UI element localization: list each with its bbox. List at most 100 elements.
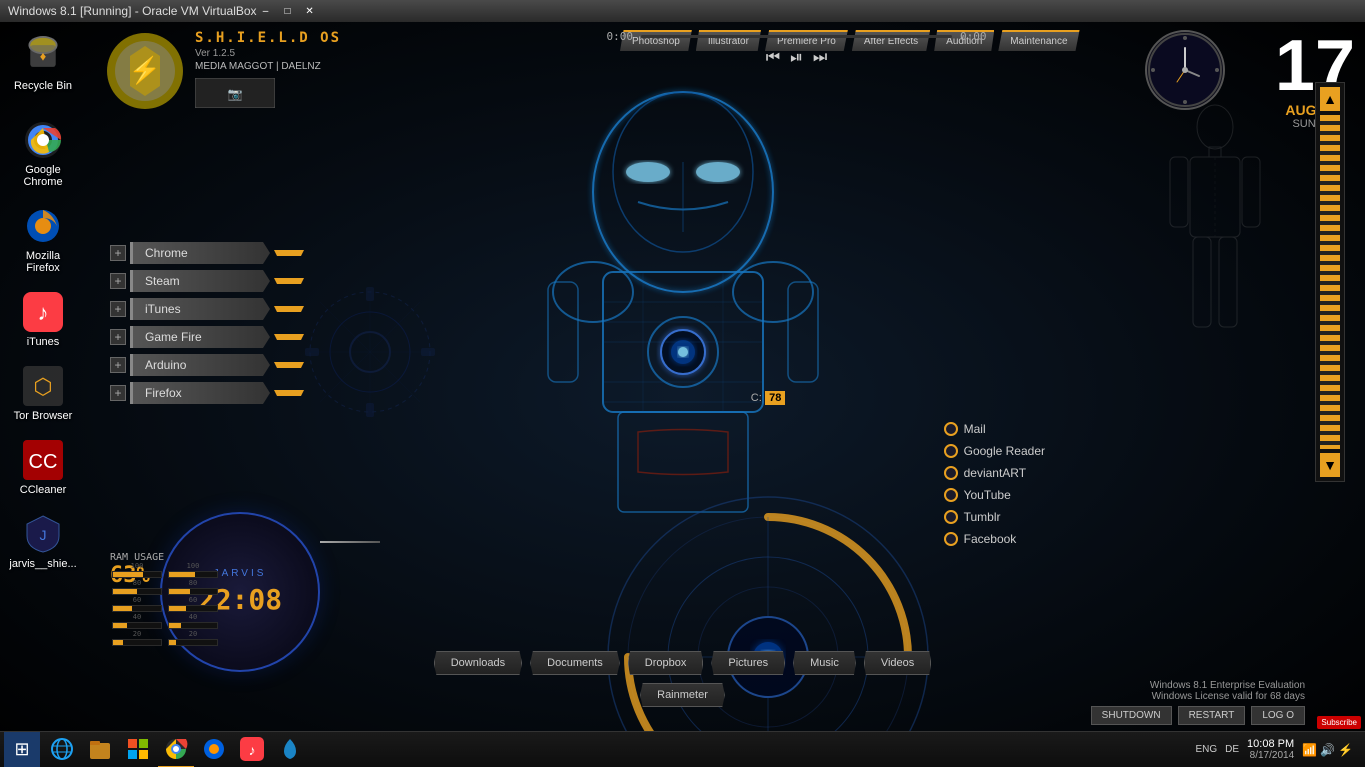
taskbar-firefox[interactable] bbox=[196, 732, 232, 767]
shortcut-firefox[interactable]: + Firefox bbox=[110, 382, 310, 404]
start-button[interactable]: ⊞ bbox=[4, 732, 40, 767]
desktop: ♦ Recycle Bin Google Chrome bbox=[0, 22, 1365, 767]
taskbar-lang: ENG bbox=[1195, 744, 1217, 755]
media-time-end: 0:00 bbox=[960, 30, 987, 43]
quicklink-deviantart[interactable]: deviantART bbox=[944, 466, 1045, 480]
taskbar-itunes[interactable]: ♪ bbox=[234, 732, 270, 767]
shield-version: Ver 1.2.5 bbox=[195, 48, 341, 59]
quicklink-facebook[interactable]: Facebook bbox=[944, 532, 1045, 546]
taskbar-right: ENG DE 10:08 PM 8/17/2014 📶 🔊 ⚡ bbox=[1195, 738, 1361, 761]
quick-links: Mail Google Reader deviantART YouTube Tu… bbox=[944, 422, 1045, 554]
win-license-line1: Windows 8.1 Enterprise Evaluation bbox=[1150, 680, 1305, 691]
tab-maintenance[interactable]: Maintenance bbox=[998, 30, 1079, 51]
media-progress-bar[interactable] bbox=[641, 35, 952, 38]
taskbar-items: ♪ bbox=[44, 732, 308, 767]
taskbar-ie[interactable] bbox=[44, 732, 80, 767]
steam-bar[interactable]: Steam bbox=[130, 270, 270, 292]
taskbar-explorer[interactable] bbox=[82, 732, 118, 767]
subscribe-badge[interactable]: Subscribe bbox=[1317, 716, 1361, 729]
logoff-button[interactable]: LOG O bbox=[1251, 706, 1305, 725]
firefox-plus[interactable]: + bbox=[110, 385, 126, 401]
recycle-bin-label: Recycle Bin bbox=[14, 80, 72, 92]
taskbar-app8[interactable] bbox=[272, 732, 308, 767]
svg-text:♪: ♪ bbox=[38, 300, 49, 325]
folder-rainmeter[interactable]: Rainmeter bbox=[640, 683, 725, 707]
folder-pictures[interactable]: Pictures bbox=[711, 651, 785, 675]
arduino-plus[interactable]: + bbox=[110, 357, 126, 373]
itunes-bar[interactable]: iTunes bbox=[130, 298, 270, 320]
recycle-bin-icon[interactable]: ♦ Recycle Bin bbox=[8, 32, 78, 96]
desktop-icons: ♦ Recycle Bin Google Chrome bbox=[8, 32, 78, 574]
shortcut-chrome[interactable]: + Chrome bbox=[110, 242, 310, 264]
shortcut-steam[interactable]: + Steam bbox=[110, 270, 310, 292]
firefox-bar[interactable]: Firefox bbox=[130, 382, 270, 404]
google-chrome-icon[interactable]: Google Chrome bbox=[8, 116, 78, 192]
svg-text:⚡: ⚡ bbox=[129, 55, 161, 86]
chrome-plus[interactable]: + bbox=[110, 245, 126, 261]
jarvis-shield-icon[interactable]: J jarvis__shie... bbox=[8, 510, 78, 574]
quicklink-facebook-label: Facebook bbox=[964, 532, 1017, 546]
svg-text:CC: CC bbox=[29, 451, 58, 473]
quicklink-googlereader[interactable]: Google Reader bbox=[944, 444, 1045, 458]
gamefire-bar[interactable]: Game Fire bbox=[130, 326, 270, 348]
firefox-icon[interactable]: Mozilla Firefox bbox=[8, 202, 78, 278]
win-license-line2: Windows License valid for 68 days bbox=[1150, 691, 1305, 702]
maximize-button[interactable]: □ bbox=[279, 4, 297, 18]
folder-music[interactable]: Music bbox=[793, 651, 856, 675]
titlebar: Windows 8.1 [Running] - Oracle VM Virtua… bbox=[0, 0, 1365, 22]
restart-button[interactable]: RESTART bbox=[1178, 706, 1246, 725]
vbar-up-button[interactable]: ▲ bbox=[1320, 87, 1340, 111]
vbar-down-button[interactable]: ▼ bbox=[1320, 453, 1340, 477]
quicklink-deviantart-icon bbox=[944, 466, 958, 480]
shortcut-arduino[interactable]: + Arduino bbox=[110, 354, 310, 376]
minimize-button[interactable]: – bbox=[257, 4, 275, 18]
close-button[interactable]: ✕ bbox=[301, 4, 319, 18]
quicklink-tumblr[interactable]: Tumblr bbox=[944, 510, 1045, 524]
ccleaner-label: CCleaner bbox=[20, 484, 66, 496]
folder-dropbox[interactable]: Dropbox bbox=[628, 651, 704, 675]
ram-bars: 100 80 60 40 20 100 80 60 40 20 bbox=[112, 562, 218, 646]
gamefire-plus[interactable]: + bbox=[110, 329, 126, 345]
firefox-label: Mozilla Firefox bbox=[12, 250, 74, 274]
taskbar-chrome[interactable] bbox=[158, 732, 194, 767]
quicklink-googlereader-icon bbox=[944, 444, 958, 458]
shutdown-button[interactable]: SHUTDOWN bbox=[1091, 706, 1172, 725]
media-controls: ⏮ ⏯ ⏭ bbox=[607, 49, 987, 67]
jarvis-shield-label: jarvis__shie... bbox=[9, 558, 76, 570]
svg-text:♦: ♦ bbox=[40, 49, 47, 64]
taskbar-date: 8/17/2014 bbox=[1247, 750, 1294, 761]
steam-plus[interactable]: + bbox=[110, 273, 126, 289]
folder-documents[interactable]: Documents bbox=[530, 651, 620, 675]
quicklink-mail[interactable]: Mail bbox=[944, 422, 1045, 436]
chrome-bar[interactable]: Chrome bbox=[130, 242, 270, 264]
shield-title: S.H.I.E.L.D OS bbox=[195, 30, 341, 46]
quicklink-googlereader-label: Google Reader bbox=[964, 444, 1045, 458]
play-pause-button[interactable]: ⏯ bbox=[790, 49, 803, 67]
cdrive-percent: 78 bbox=[765, 391, 785, 405]
tray-battery: ⚡ bbox=[1338, 743, 1353, 757]
shortcut-gamefire[interactable]: + Game Fire bbox=[110, 326, 310, 348]
next-button[interactable]: ⏭ bbox=[813, 49, 827, 67]
shortcut-itunes[interactable]: + iTunes bbox=[110, 298, 310, 320]
svg-text:📷: 📷 bbox=[228, 87, 243, 101]
folder-videos[interactable]: Videos bbox=[864, 651, 931, 675]
chest-arc-hud bbox=[593, 482, 773, 662]
quicklink-youtube[interactable]: YouTube bbox=[944, 488, 1045, 502]
shield-logo: ⚡ bbox=[105, 31, 185, 111]
cdrive-label: C: bbox=[751, 392, 762, 404]
svg-text:J: J bbox=[40, 527, 47, 543]
taskbar-store[interactable] bbox=[120, 732, 156, 767]
ram-bar-col-2: 100 80 60 40 20 bbox=[168, 562, 218, 646]
itunes-plus[interactable]: + bbox=[110, 301, 126, 317]
prev-button[interactable]: ⏮ bbox=[766, 49, 780, 67]
itunes-desktop-icon[interactable]: ♪ iTunes bbox=[8, 288, 78, 352]
tor-browser-label: Tor Browser bbox=[14, 410, 73, 422]
quicklink-tumblr-label: Tumblr bbox=[964, 510, 1001, 524]
quicklink-youtube-label: YouTube bbox=[964, 488, 1011, 502]
arduino-bar[interactable]: Arduino bbox=[130, 354, 270, 376]
folder-downloads[interactable]: Downloads bbox=[434, 651, 522, 675]
itunes-label: iTunes bbox=[27, 336, 60, 348]
ccleaner-icon[interactable]: CC CCleaner bbox=[8, 436, 78, 500]
tor-browser-icon[interactable]: ⬡ Tor Browser bbox=[8, 362, 78, 426]
taskbar-clock: 10:08 PM 8/17/2014 bbox=[1247, 738, 1294, 761]
